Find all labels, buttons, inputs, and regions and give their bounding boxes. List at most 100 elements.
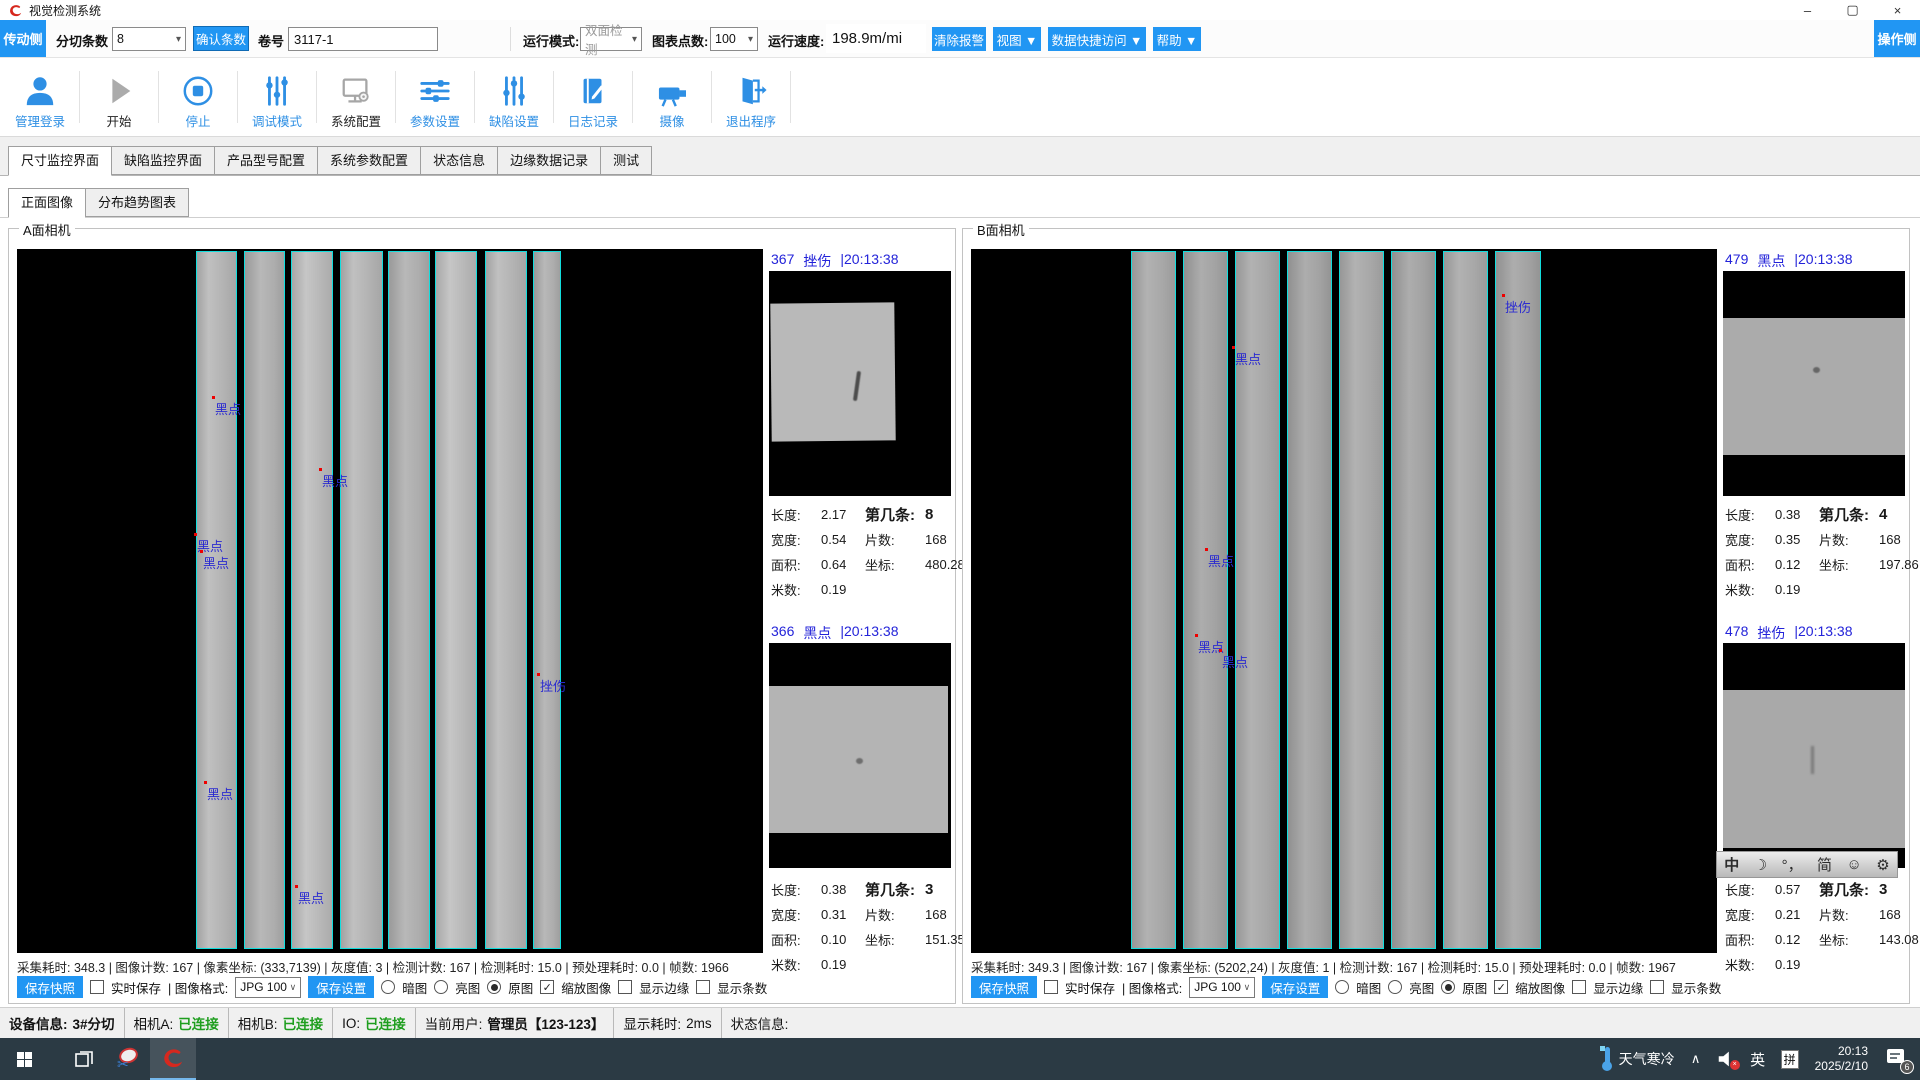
capture-button[interactable]: 摄像 (638, 64, 706, 130)
drive-side-button[interactable]: 传动侧 (0, 20, 46, 57)
view-menu-button[interactable]: 视图 ▼ (993, 27, 1041, 51)
task-view-button[interactable] (62, 1038, 106, 1080)
tab-front-image[interactable]: 正面图像 (8, 188, 86, 218)
dark-image-radio[interactable] (381, 980, 395, 994)
tray-expand-button[interactable]: ∧ (1681, 1038, 1711, 1080)
app-logo-icon (161, 1046, 185, 1070)
close-button[interactable]: × (1875, 0, 1920, 20)
chevron-down-icon: ▾ (632, 34, 637, 45)
weather-text: 天气寒冷 (1619, 1049, 1675, 1069)
defect-time: |20:13:38 (1794, 251, 1852, 271)
strip (1131, 251, 1176, 949)
defect-label: 黑点 (1235, 349, 1261, 368)
weather-tray-item[interactable]: 天气寒冷 (1594, 1038, 1681, 1080)
tab-product-model-config[interactable]: 产品型号配置 (214, 146, 318, 175)
app-taskbar-button[interactable] (150, 1038, 196, 1080)
ime-emoji-icon[interactable]: ☺ (1847, 856, 1862, 873)
debug-mode-button[interactable]: 调试模式 (243, 64, 311, 130)
ime-pin-icon: 拼 (1781, 1050, 1799, 1069)
tab-edge-data-record[interactable]: 边缘数据记录 (497, 146, 601, 175)
toolbar-separator (632, 71, 633, 123)
stat-label: 宽度: (771, 530, 821, 549)
slice-count-dropdown[interactable]: 8▾ (112, 27, 186, 51)
ime-simplified-icon[interactable]: 简 (1817, 854, 1832, 875)
stat-value: 168 (1879, 532, 1919, 547)
language-indicator[interactable]: 英 (1743, 1038, 1773, 1080)
radio-label: 亮图 (1409, 978, 1434, 997)
save-settings-button[interactable]: 保存设置 (1262, 976, 1328, 998)
radio-label: 原图 (1462, 978, 1487, 997)
start-button[interactable]: 开始 (85, 64, 153, 130)
defect-settings-button[interactable]: 缺陷设置 (480, 64, 548, 130)
original-image-radio[interactable] (487, 980, 501, 994)
ime-settings-gear-icon[interactable]: ⚙ (1876, 856, 1889, 874)
zoom-image-checkbox[interactable]: ✓ (540, 980, 554, 994)
maximize-button[interactable]: ▢ (1830, 0, 1875, 20)
camera-b-image[interactable]: 挫伤 黑点 黑点 黑点 黑点 (971, 249, 1717, 953)
confirm-count-button[interactable]: 确认条数 (193, 26, 249, 51)
start-button[interactable] (0, 1038, 48, 1080)
help-menu-button[interactable]: 帮助 ▼ (1153, 27, 1201, 51)
bright-image-radio[interactable] (1388, 980, 1402, 994)
main-tab-strip: 尺寸监控界面缺陷监控界面产品型号配置系统参数配置状态信息边缘数据记录测试 (8, 146, 651, 176)
roll-input[interactable]: 3117-1 (288, 27, 438, 51)
realtime-save-checkbox[interactable] (1044, 980, 1058, 994)
action-center-button[interactable]: 6 (1876, 1038, 1920, 1080)
snipping-tool-button[interactable]: ✂ (106, 1038, 150, 1080)
clear-alarm-button[interactable]: 清除报警 (932, 27, 986, 51)
data-quick-access-menu-button[interactable]: 数据快捷访问 ▼ (1048, 27, 1146, 51)
stat-value: 0.38 (821, 882, 865, 897)
image-format-select[interactable]: JPG 100∨ (1189, 977, 1255, 998)
show-strips-checkbox[interactable] (1650, 980, 1664, 994)
param-settings-button[interactable]: 参数设置 (401, 64, 469, 130)
stat-value: 168 (1879, 907, 1919, 922)
image-format-label: | 图像格式: (168, 978, 228, 997)
save-settings-button[interactable]: 保存设置 (308, 976, 374, 998)
camera-b-info-line: 采集耗时: 349.3 | 图像计数: 167 | 像素坐标: (5202,24… (971, 957, 1905, 976)
log-record-button[interactable]: 日志记录 (559, 64, 627, 130)
stop-button[interactable]: 停止 (164, 64, 232, 130)
camera-a-image[interactable]: 黑点 黑点 黑点 黑点 挫伤 黑点 黑点 (17, 249, 763, 953)
show-edges-checkbox[interactable] (618, 980, 632, 994)
show-strips-checkbox[interactable] (696, 980, 710, 994)
tab-test[interactable]: 测试 (600, 146, 652, 175)
stat-value: 4 (1879, 506, 1919, 523)
defect-label: 黑点 (298, 888, 324, 907)
image-format-select[interactable]: JPG 100∨ (235, 977, 301, 998)
ime-fullwidth-icon[interactable]: ☽ (1754, 856, 1767, 874)
zoom-image-checkbox[interactable]: ✓ (1494, 980, 1508, 994)
defect-time: |20:13:38 (840, 251, 898, 271)
realtime-save-checkbox[interactable] (90, 980, 104, 994)
tab-distribution-chart[interactable]: 分布趋势图表 (85, 188, 189, 217)
exit-program-button[interactable]: 退出程序 (717, 64, 785, 130)
run-mode-dropdown[interactable]: 双面检测▾ (580, 27, 642, 51)
toolbar-separator (790, 71, 791, 123)
camera-a-title: A面相机 (19, 220, 75, 239)
dark-image-radio[interactable] (1335, 980, 1349, 994)
ime-punctuation-icon[interactable]: °， (1782, 854, 1803, 875)
ime-mode-indicator[interactable]: 拼 (1773, 1038, 1807, 1080)
checkbox-label: 显示边缘 (1593, 978, 1643, 997)
defect-label: 挫伤 (540, 676, 566, 695)
camera-a-controls: 保存快照 实时保存 | 图像格式: JPG 100∨ 保存设置 暗图 亮图 原图… (17, 975, 951, 999)
show-edges-checkbox[interactable] (1572, 980, 1586, 994)
tab-defect-monitor[interactable]: 缺陷监控界面 (111, 146, 215, 175)
minimize-button[interactable]: – (1785, 0, 1830, 20)
original-image-radio[interactable] (1441, 980, 1455, 994)
save-snapshot-button[interactable]: 保存快照 (971, 976, 1037, 998)
clock-tray-item[interactable]: 20:13 2025/2/10 (1807, 1038, 1876, 1080)
bright-image-radio[interactable] (434, 980, 448, 994)
system-config-button[interactable]: 系统配置 (322, 64, 390, 130)
tab-status-info[interactable]: 状态信息 (420, 146, 498, 175)
tab-system-param-config[interactable]: 系统参数配置 (317, 146, 421, 175)
snipping-tool-icon: ✂ (117, 1048, 139, 1070)
ime-chinese-mode[interactable]: 中 (1724, 854, 1739, 875)
chart-points-dropdown[interactable]: 100▾ (710, 27, 758, 51)
tab-size-monitor[interactable]: 尺寸监控界面 (8, 146, 112, 176)
save-snapshot-button[interactable]: 保存快照 (17, 976, 83, 998)
operator-side-button[interactable]: 操作侧 (1874, 20, 1920, 57)
admin-login-button[interactable]: 管理登录 (6, 64, 74, 130)
defect-stats: 长度:2.17第几条:8 宽度:0.54片数:168 面积:0.64坐标:480… (771, 502, 953, 602)
stat-value: 0.57 (1775, 882, 1819, 897)
volume-muted-button[interactable]: × (1711, 1038, 1743, 1080)
